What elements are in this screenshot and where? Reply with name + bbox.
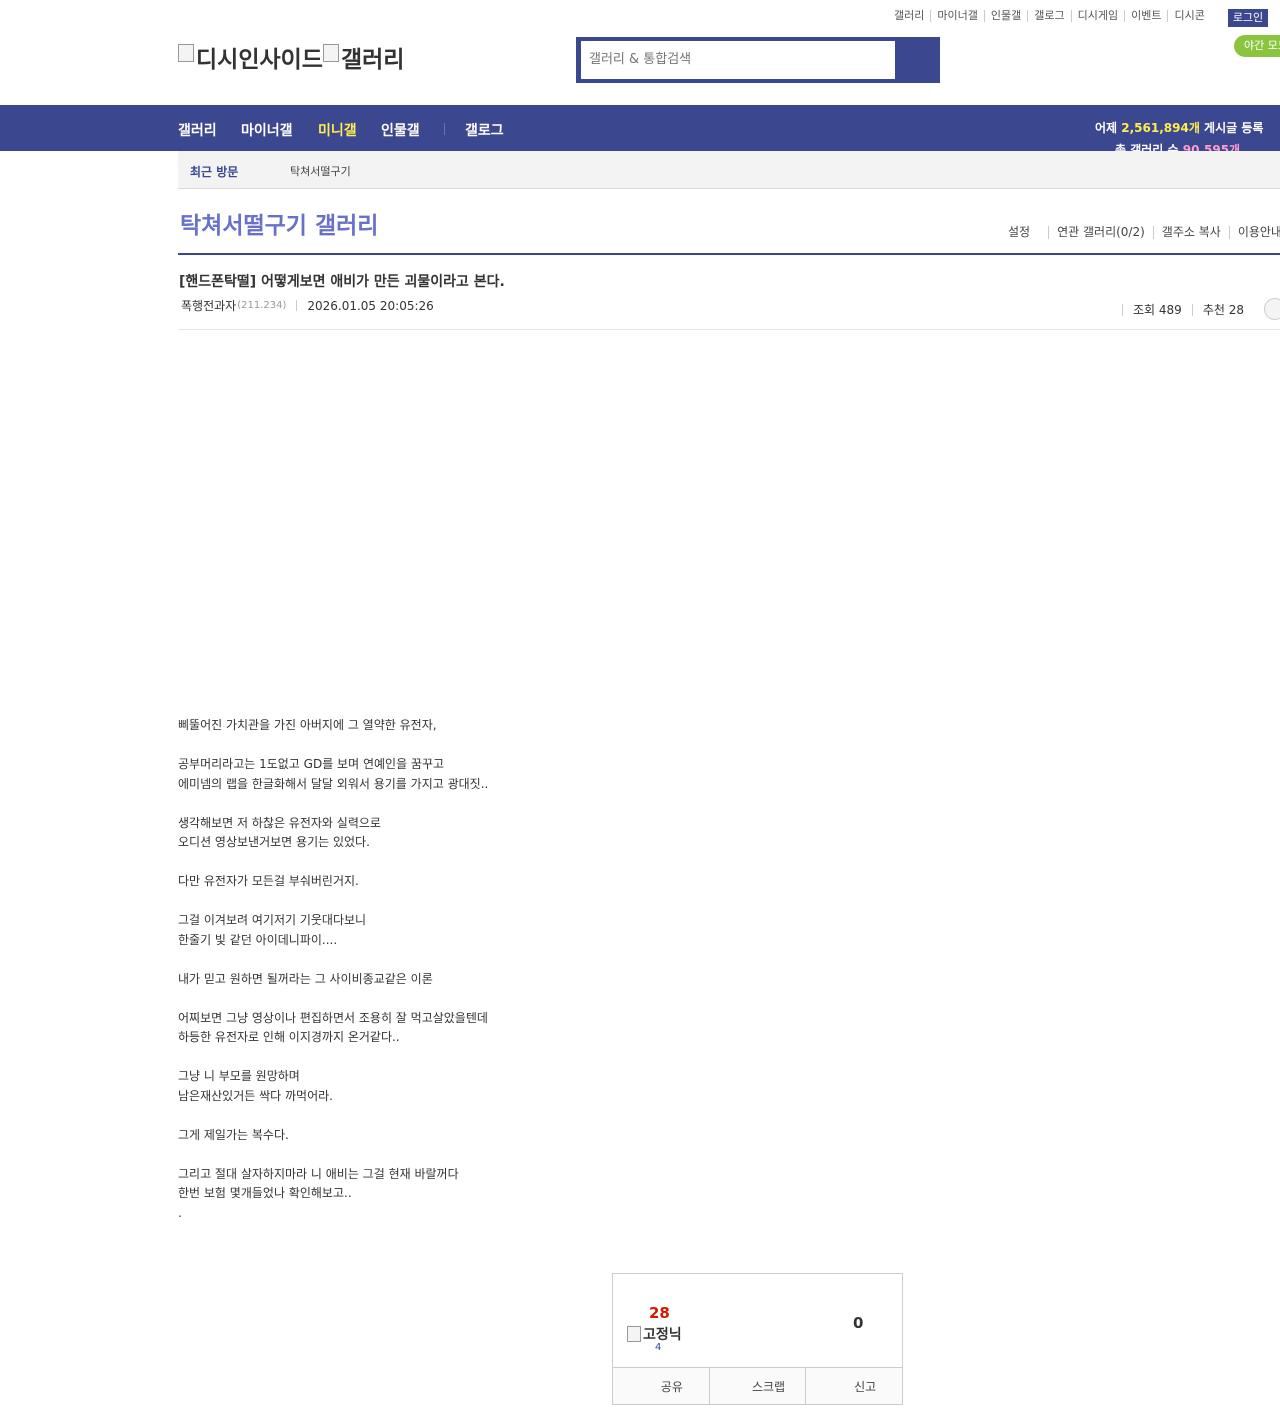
post-body-line: 한줄기 빛 같던 아이데니파이.... xyxy=(178,932,338,947)
post-body-line: 하등한 유전자로 인해 이지경까지 온거같다.. xyxy=(178,1030,400,1044)
nav-divider xyxy=(444,123,445,135)
recent-visit-item[interactable]: 탁쳐서떨구기 xyxy=(290,163,351,179)
post-action-buttons: 공유 스크랩 신고 xyxy=(613,1367,902,1404)
post-body-line xyxy=(178,1106,778,1126)
nav-stat-posts: 어제 2,561,894개 게시글 등록 xyxy=(1095,121,1264,135)
post-body-line xyxy=(178,853,778,873)
more-options-icon[interactable] xyxy=(1263,298,1280,320)
post-body-line: . xyxy=(178,1205,182,1220)
related-galleries[interactable]: 연관 갤러리(0/2) xyxy=(1048,226,1153,239)
post-stats: 조회 489 추천 28 xyxy=(1122,298,1280,321)
meta-divider xyxy=(296,300,298,311)
gallery-menu: 설정 연관 갤러리(0/2) 갤주소 복사 이용안내 xyxy=(1008,226,1280,239)
share-button[interactable]: 공유 xyxy=(613,1368,709,1404)
post-header-divider xyxy=(178,329,1280,330)
post-body-line xyxy=(178,892,778,912)
post-body-line: 남은재산있거든 싹다 까먹어라. xyxy=(178,1088,333,1103)
nav-minor-gallery[interactable]: 마이너갤 xyxy=(241,120,293,140)
broken-image-icon xyxy=(627,1326,641,1342)
nav-person-gallery[interactable]: 인물갤 xyxy=(381,120,420,140)
broken-image-icon xyxy=(178,44,194,62)
post-author[interactable]: 폭행전과자 xyxy=(181,297,236,314)
broken-image-icon xyxy=(322,44,339,62)
login-button[interactable]: 로그인 xyxy=(1228,9,1268,27)
post-body-line: 한번 보험 몇개들었나 확인해보고.. xyxy=(178,1186,352,1200)
logo-gallery: 갤러리 xyxy=(322,40,405,74)
logo-text-1: 디시인사이드 xyxy=(196,47,323,73)
post-body-line xyxy=(178,1145,778,1165)
post-body-line xyxy=(178,736,778,756)
post-body-line xyxy=(178,989,778,1009)
post-body-line xyxy=(178,1048,778,1068)
post-body-line: 오디션 영상보낸거보면 용기는 있었다. xyxy=(178,835,370,849)
site-logo[interactable]: 디시인사이드 갤러리 xyxy=(178,40,404,74)
logo-text-2: 갤러리 xyxy=(340,47,405,73)
fixnick-recommend-count: 4 xyxy=(655,1342,662,1353)
recent-visit-bar: 최근 방문 탁쳐서떨구기 xyxy=(178,151,1280,189)
post-body-line: 그걸 이겨보려 여기저기 기웃대다보니 xyxy=(178,913,367,927)
top-links: 갤러리 마이너갤 인물갤 갤로그 디시게임 이벤트 디시콘 xyxy=(894,10,1211,22)
search-button[interactable] xyxy=(896,37,940,83)
logo-dcinside: 디시인사이드 xyxy=(178,40,323,74)
post-title: [핸드폰탁떨] 어떻게보면 애비가 만든 괴물이라고 본다. xyxy=(179,274,505,290)
top-link-minor[interactable]: 마이너갤 xyxy=(930,10,983,22)
nav-gallery[interactable]: 갤러리 xyxy=(178,120,217,140)
gallery-settings[interactable]: 설정 xyxy=(1008,226,1048,239)
top-link-dccon[interactable]: 디시콘 xyxy=(1167,10,1210,22)
top-link-game[interactable]: 디시게임 xyxy=(1070,10,1124,22)
post-body-line: 에미넴의 랩을 한글화해서 달달 외워서 용기를 가지고 광대짓.. xyxy=(178,776,489,791)
post-body: 삐뚤어진 가치관을 가진 아버지에 그 열약한 유전자, 공부머리라고는 1도없고… xyxy=(178,716,778,1223)
post-author-ip: (211.234) xyxy=(237,300,287,311)
top-link-person[interactable]: 인물갤 xyxy=(983,10,1027,22)
post-body-line: 내가 믿고 원하면 될꺼라는 그 사이비종교같은 이론 xyxy=(178,971,433,986)
recommend-box: 28 고정닉 4 0 공유 스크랩 신고 xyxy=(612,1273,903,1405)
post-body-line xyxy=(178,794,778,814)
nav-mini-gallery[interactable]: 미니갤 xyxy=(318,120,357,140)
report-button[interactable]: 신고 xyxy=(805,1368,902,1404)
top-link-gallog[interactable]: 갤로그 xyxy=(1027,10,1070,22)
post-body-line: 삐뚤어진 가치관을 가진 아버지에 그 열약한 유전자, xyxy=(178,718,437,732)
top-link-gallery[interactable]: 갤러리 xyxy=(894,10,930,22)
search-box xyxy=(576,37,940,83)
post-body-line: 그게 제일가는 복수다. xyxy=(178,1127,289,1142)
post-body-line: 생각해보면 저 하찮은 유전자와 실력으로 xyxy=(178,815,381,830)
recent-visit-label[interactable]: 최근 방문 xyxy=(190,163,238,180)
search-input[interactable] xyxy=(581,41,895,79)
post-body-line xyxy=(178,950,778,970)
fixnick-recommend[interactable]: 고정닉 xyxy=(627,1324,682,1344)
recommend-up-count[interactable]: 28 xyxy=(649,1304,670,1322)
post-body-line: 그냥 니 부모를 원망하며 xyxy=(178,1069,300,1083)
title-divider xyxy=(178,253,1280,255)
post-body-line: 공부머리라고는 1도없고 GD를 보며 연예인을 꿈꾸고 xyxy=(178,757,445,771)
post-body-line: 그리고 절대 살자하지마라 니 애비는 그걸 현재 바랄꺼다 xyxy=(178,1166,459,1181)
main-nav: 갤러리 마이너갤 미니갤 인물갤 갤로그 어제 2,561,894개 게시글 등… xyxy=(0,105,1280,151)
night-mode-button[interactable]: 야간 모드 xyxy=(1234,35,1280,57)
post-views: 조회 489 xyxy=(1122,304,1192,316)
post-body-line: 다만 유전자가 모든걸 부숴버린거지. xyxy=(178,874,359,888)
nav-stat-galleries: 총 갤러리 수 90,595개 xyxy=(1115,143,1241,151)
post-meta: 폭행전과자 (211.234) 2026.01.05 20:05:26 xyxy=(181,297,434,314)
copy-gallery-address[interactable]: 갤주소 복사 xyxy=(1152,226,1229,239)
usage-guide[interactable]: 이용안내 xyxy=(1228,226,1280,239)
post-date: 2026.01.05 20:05:26 xyxy=(307,298,434,313)
post-recommend-count: 추천 28 xyxy=(1191,304,1254,316)
nav-gallog[interactable]: 갤로그 xyxy=(465,120,504,140)
gallery-title[interactable]: 탁쳐서떨구기 갤러리 xyxy=(180,206,378,240)
top-link-event[interactable]: 이벤트 xyxy=(1124,10,1167,22)
recommend-down-count[interactable]: 0 xyxy=(853,1314,863,1332)
post-body-line: 어찌보면 그냥 영상이나 편집하면서 조용히 잘 먹고살았을텐데 xyxy=(178,1010,488,1025)
scrap-button[interactable]: 스크랩 xyxy=(708,1368,806,1404)
